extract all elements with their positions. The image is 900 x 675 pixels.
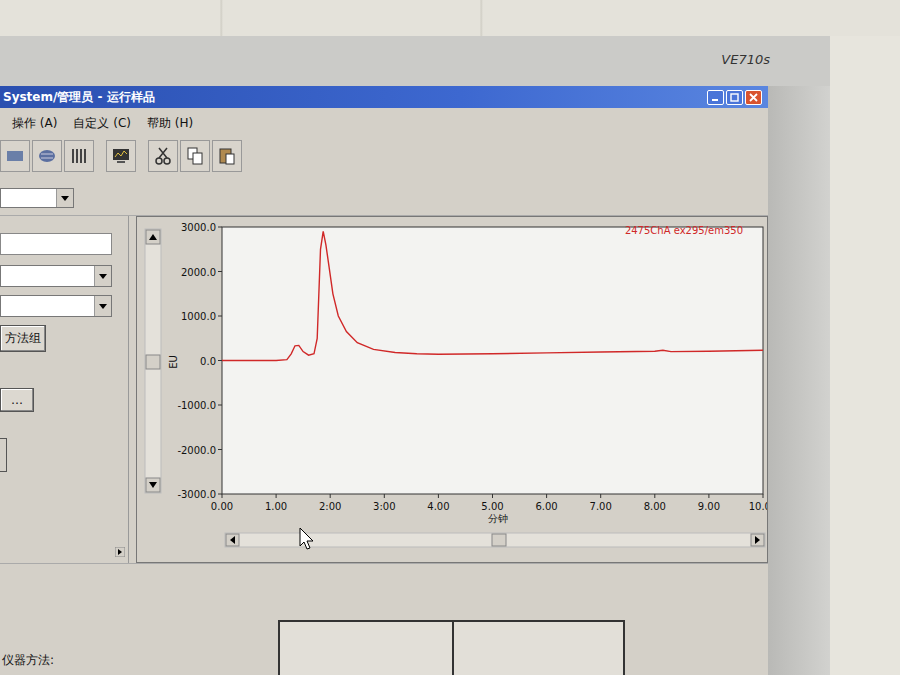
monitor: VE710s System/管理员 - 运行样品 操作 (A) 自定义 (C) 帮助… (0, 36, 830, 675)
plot-area (222, 227, 763, 494)
cut-icon[interactable] (148, 140, 178, 172)
scroll-up-icon[interactable] (146, 230, 160, 244)
monitor-label: VE710s (721, 52, 770, 67)
y-tick-label: 2000.0 (181, 267, 216, 278)
paste-icon[interactable] (212, 140, 242, 172)
channel-dropdown[interactable] (0, 295, 112, 317)
y-tick-label: 0.0 (200, 356, 216, 367)
cursor-icon (300, 528, 313, 549)
scroll-left-icon[interactable] (226, 534, 239, 546)
y-tick-label: 1000.0 (181, 311, 216, 322)
x-tick-label: 0.00 (211, 501, 233, 512)
scroll-down-icon[interactable] (146, 478, 160, 492)
x-axis-label: 分钟 (488, 513, 508, 524)
dropdown-arrow-icon[interactable] (94, 266, 111, 286)
y-tick-label: -2000.0 (177, 445, 216, 456)
x-tick-label: 7.00 (590, 501, 612, 512)
browse-button[interactable]: … (0, 388, 34, 412)
instrument-method-label: 仪器方法: (0, 652, 278, 675)
x-tick-label: 4.00 (427, 501, 449, 512)
chart-panel: 3000.0 2000.0 1000.0 0.0 -1000.0 -2000.0 -3000… (136, 216, 768, 563)
y-tick-label: -1000.0 (177, 400, 216, 411)
screen: System/管理员 - 运行样品 操作 (A) 自定义 (C) 帮助 (H) (0, 86, 768, 675)
x-tick-label: 6.00 (535, 501, 557, 512)
sample-field[interactable] (0, 233, 112, 255)
scroll-thumb[interactable] (146, 355, 160, 369)
dropdown-arrow-icon[interactable] (94, 296, 111, 316)
scroll-thumb[interactable] (492, 534, 506, 546)
scroll-right-icon[interactable] (751, 534, 764, 546)
y-axis-label: EU (168, 355, 179, 369)
x-tick-label: 2:00 (319, 501, 341, 512)
x-tick-label: 3:00 (373, 501, 395, 512)
sample-icon[interactable] (32, 140, 62, 172)
dropdown-arrow-icon[interactable] (56, 189, 73, 207)
copy-icon[interactable] (180, 140, 210, 172)
vertical-scrollbar[interactable] (145, 229, 161, 493)
x-tick-label: 1.00 (265, 501, 287, 512)
maximize-icon[interactable] (726, 90, 743, 105)
monitor-icon[interactable] (106, 140, 136, 172)
y-tick-label: 3000.0 (181, 222, 216, 233)
wall (0, 0, 900, 36)
y-tick-label: -3000.0 (177, 489, 216, 500)
method-group-button[interactable]: 方法组 (0, 325, 46, 352)
left-panel: 方法组 … (0, 216, 129, 563)
menu-bar: 操作 (A) 自定义 (C) 帮助 (H) (0, 113, 768, 133)
run-icon[interactable] (0, 140, 30, 172)
x-tick-label: 8.00 (644, 501, 666, 512)
chromatogram-chart: 3000.0 2000.0 1000.0 0.0 -1000.0 -2000.0 -3000… (137, 217, 767, 562)
partial-box (0, 438, 7, 472)
system-dropdown[interactable] (0, 188, 74, 208)
instrument-method-box (278, 620, 625, 675)
close-icon[interactable] (745, 90, 762, 105)
scroll-right-icon[interactable] (115, 546, 125, 560)
window-title: System/管理员 - 运行样品 (3, 89, 155, 106)
minimize-icon[interactable] (707, 90, 724, 105)
toolbar (0, 136, 768, 176)
x-tick-label: 10.00 (749, 501, 767, 512)
x-tick-label: 9.00 (698, 501, 720, 512)
method-dropdown[interactable] (0, 265, 112, 287)
title-bar: System/管理员 - 运行样品 (0, 86, 768, 108)
chart-legend: 2475ChA ex295/em350 (625, 225, 743, 236)
x-tick-label: 5.00 (481, 501, 503, 512)
menu-item[interactable]: 自定义 (C) (73, 115, 131, 132)
wall (830, 36, 900, 675)
menu-item[interactable]: 操作 (A) (12, 115, 57, 132)
series-line (222, 231, 763, 360)
columns-icon[interactable] (64, 140, 94, 172)
menu-item[interactable]: 帮助 (H) (147, 115, 193, 132)
